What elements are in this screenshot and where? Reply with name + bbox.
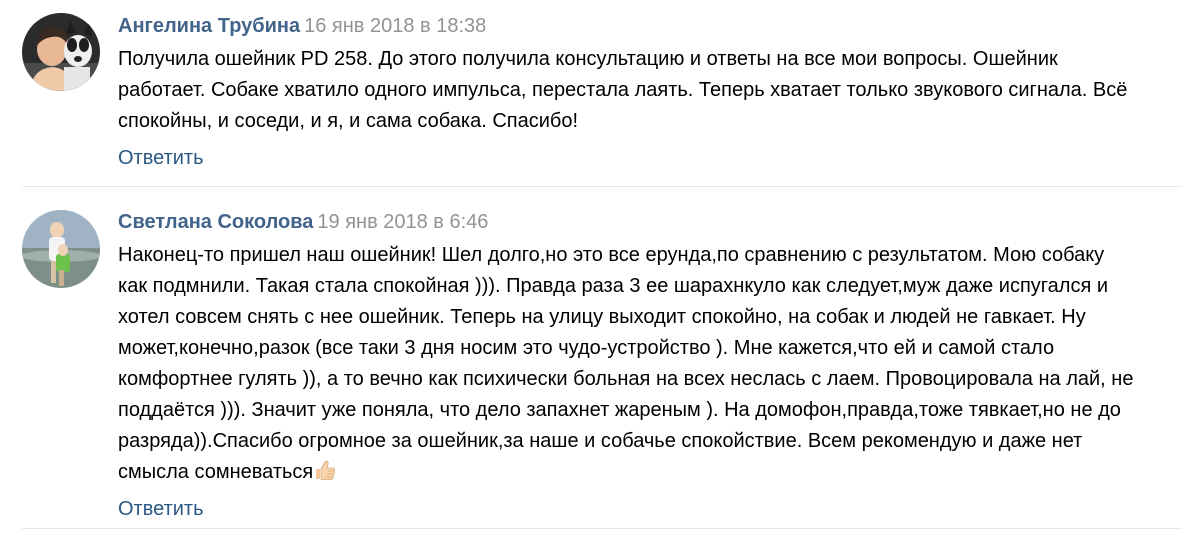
comment: Ангелина Трубина 16 янв 2018 в 18:38 Полу… [22,0,1182,186]
comment-text-line: может,конечно,разок (все таки 3 дня носи… [118,337,1055,359]
comment-date[interactable]: 19 янв 2018 в 6:46 [317,211,488,233]
comment-text-line: Наконец-то пришел наш ошейник! Шел долго… [118,244,1105,266]
comment-text-line: спокойны, и соседи, и я, и сама собака. … [118,110,579,132]
comment-text-line: смысла сомневаться [118,461,314,483]
comment-text-line: работает. Собаке хватило одного импульса… [118,79,1128,101]
author-name[interactable]: Светлана Соколова [118,211,313,233]
comment: Светлана Соколова 19 янв 2018 в 6:46 Нако… [22,187,1182,528]
comment-text-line: как подмнили. Такая стала спокойная ))).… [118,275,1109,297]
comment-header: Светлана Соколова 19 янв 2018 в 6:46 [118,209,1182,235]
comment-date[interactable]: 16 янв 2018 в 18:38 [304,15,486,37]
comment-text: Получила ошейник PD 258. До этого получи… [118,44,1178,137]
divider [22,528,1182,529]
comment-body: Ангелина Трубина 16 янв 2018 в 18:38 Полу… [118,13,1182,171]
thumbs-up-icon [313,458,337,482]
comment-text: Наконец-то пришел наш ошейник! Шел долго… [118,240,1178,488]
avatar-photo-woman-with-child [22,210,100,288]
avatar-photo-woman-with-dog [22,13,100,91]
comment-text-line: разряда)).Спасибо огромное за ошейник,за… [118,430,1083,452]
comment-text-line: поддаётся ))). Значит уже поняла, что де… [118,399,1121,421]
comment-body: Светлана Соколова 19 янв 2018 в 6:46 Нако… [118,209,1182,522]
comment-text-line: комфортнее гулять )), а то вечно как пси… [118,368,1134,390]
reply-link[interactable]: Ответить [118,145,204,171]
comment-text-line: Получила ошейник PD 258. До этого получи… [118,48,1058,70]
avatar[interactable] [22,210,100,288]
comment-text-line: хотел совсем снять с нее ошейник. Теперь… [118,306,1086,328]
comments-feed: Ангелина Трубина 16 янв 2018 в 18:38 Полу… [0,0,1200,538]
author-name[interactable]: Ангелина Трубина [118,15,300,37]
comment-text-line-last: смысла сомневаться [118,457,1178,488]
reply-link[interactable]: Ответить [118,496,204,522]
comment-header: Ангелина Трубина 16 янв 2018 в 18:38 [118,13,1182,39]
avatar[interactable] [22,13,100,91]
